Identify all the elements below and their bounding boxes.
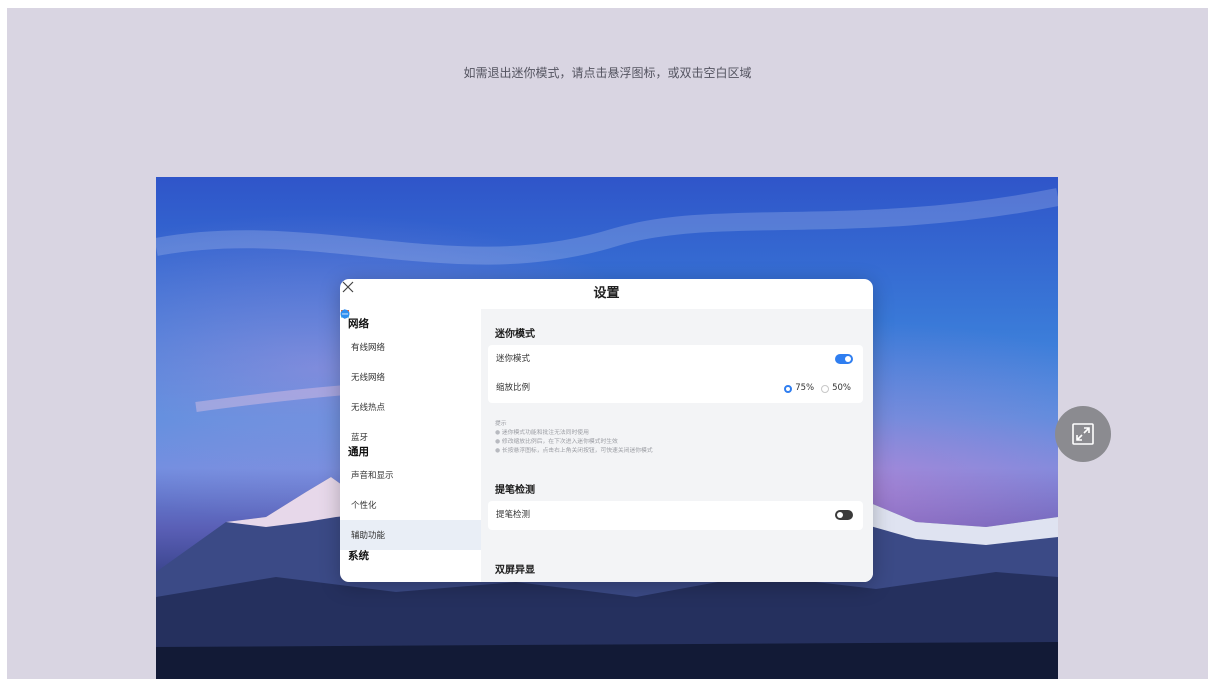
- sidebar-item-label: 无线热点: [351, 403, 386, 413]
- scale-option-75[interactable]: 75%: [784, 374, 814, 403]
- sidebar-item-sound-display[interactable]: 声音和显示: [340, 309, 481, 490]
- settings-dialog: 设置 网络 有线网络 无线网络 无线热点 蓝牙 通用 声音和显示 个性化 辅助功…: [340, 279, 873, 582]
- tips-block: 提示 迷你模式功能和批注无法同时使用 修改缩放比例后，在下次进入迷你模式时生效 …: [495, 420, 653, 456]
- section-title-pen-detection: 提笔检测: [495, 485, 535, 496]
- sidebar-group-system: 系统: [348, 550, 369, 562]
- accessibility-icon: [340, 309, 350, 319]
- dialog-title: 设置: [593, 286, 620, 301]
- sidebar-item-label: 个性化: [351, 501, 377, 511]
- sidebar-item-label: 辅助功能: [351, 531, 386, 541]
- scale-row: 缩放比例 75% 50%: [488, 374, 863, 403]
- mini-mode-float-button[interactable]: [1055, 406, 1111, 462]
- settings-sidebar: 网络 有线网络 无线网络 无线热点 蓝牙 通用 声音和显示 个性化 辅助功能 系…: [340, 309, 481, 582]
- mini-mode-toggle[interactable]: [835, 354, 853, 364]
- section-title-dual-screen: 双屏异显: [495, 565, 535, 576]
- desktop-wallpaper[interactable]: 设置 网络 有线网络 无线网络 无线热点 蓝牙 通用 声音和显示 个性化 辅助功…: [156, 177, 1058, 679]
- tip-item: 长按悬浮图标，点击右上角关闭按钮，可快速关闭迷你模式: [495, 447, 653, 456]
- sidebar-item-hotspot[interactable]: 无线热点: [340, 310, 481, 422]
- mini-mode-card: 迷你模式 缩放比例 75% 50%: [488, 345, 863, 403]
- scale-option-label: 75%: [795, 383, 815, 393]
- sidebar-item-label: 声音和显示: [351, 471, 394, 481]
- exit-hint-text: 如需退出迷你模式，请点击悬浮图标，或双击空白区域: [463, 66, 752, 80]
- close-icon[interactable]: [340, 279, 356, 295]
- section-title-mini-mode: 迷你模式: [495, 329, 535, 340]
- sidebar-group-general: 通用: [348, 446, 369, 458]
- sidebar-item-accessibility[interactable]: 辅助功能: [340, 309, 481, 550]
- sidebar-item-label: 有线网络: [351, 343, 386, 353]
- pen-detection-card: 提笔检测: [488, 501, 863, 530]
- pen-detection-row: 提笔检测: [488, 501, 863, 530]
- settings-content[interactable]: 迷你模式 迷你模式 缩放比例 75% 50% 提示 ● 迷你模式功能和批注无法同…: [481, 309, 873, 582]
- tip-item: 修改缩放比例后，在下次进入迷你模式时生效: [495, 438, 653, 447]
- pen-detection-label: 提笔检测: [496, 510, 531, 520]
- mini-mode-label: 迷你模式: [496, 354, 531, 364]
- scale-option-label: 50%: [832, 383, 851, 393]
- radio-unchecked-icon: [821, 384, 830, 393]
- tip-item: 迷你模式功能和批注无法同时使用: [495, 429, 653, 438]
- sidebar-item-label: 蓝牙: [351, 433, 369, 443]
- radio-checked-icon: [784, 384, 793, 393]
- sidebar-item-personalization[interactable]: 个性化: [340, 310, 481, 520]
- scale-label: 缩放比例: [496, 383, 531, 393]
- sidebar-item-wifi[interactable]: 无线网络: [340, 310, 481, 392]
- mini-mode-row: 迷你模式: [488, 345, 863, 374]
- sidebar-group-network: 网络: [348, 318, 369, 330]
- sidebar-item-label: 无线网络: [351, 373, 386, 383]
- scale-option-50[interactable]: 50%: [821, 374, 851, 403]
- restore-icon: [1072, 423, 1094, 445]
- tips-title: 提示: [495, 421, 507, 427]
- scale-radio-group: 75% 50%: [777, 374, 851, 403]
- pen-detection-toggle[interactable]: [835, 510, 853, 520]
- sidebar-item-wired-network[interactable]: 有线网络: [340, 310, 481, 362]
- mini-mode-frame[interactable]: 如需退出迷你模式，请点击悬浮图标，或双击空白区域 设置 网络 有线网络 无线网络…: [7, 8, 1208, 679]
